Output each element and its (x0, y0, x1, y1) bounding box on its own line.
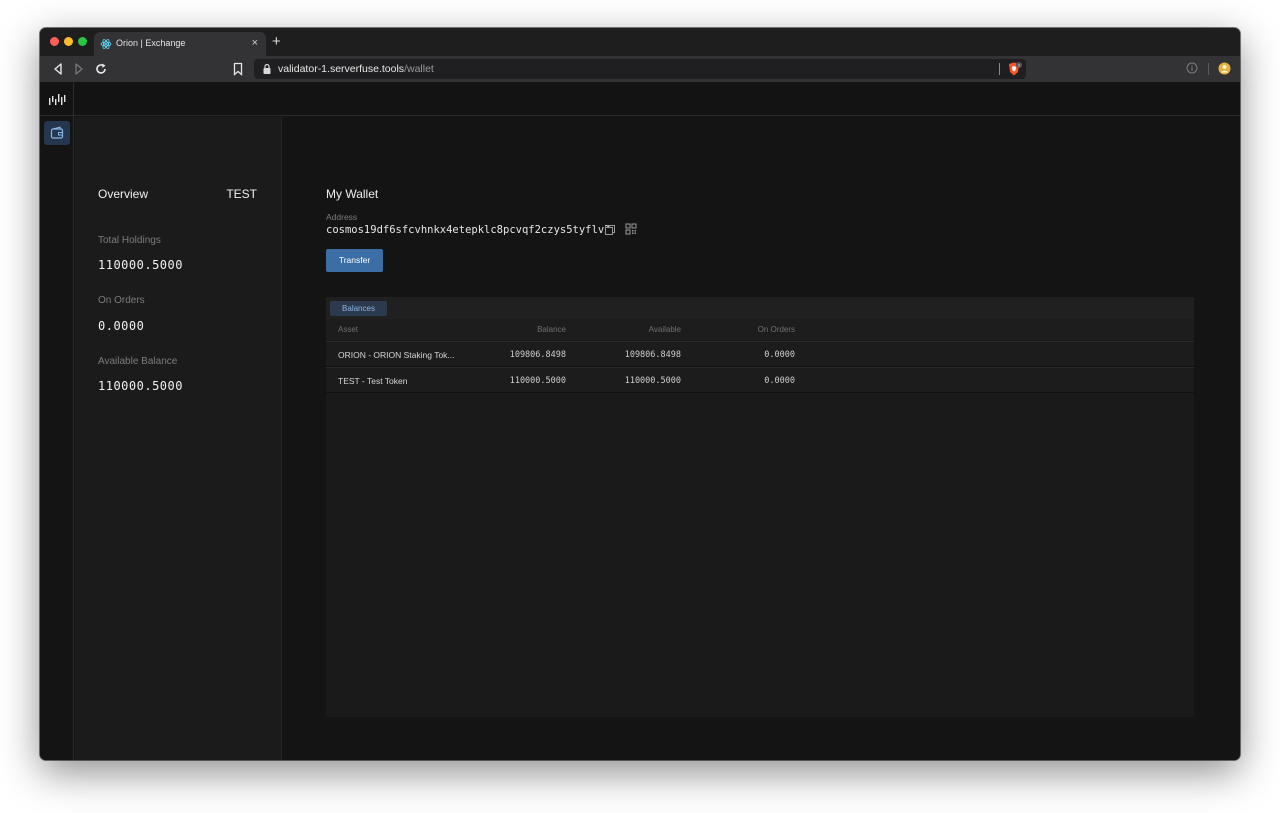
url-path: /wallet (404, 63, 434, 75)
address-bar[interactable]: validator-1.serverfuse.tools/wallet 1 (254, 59, 1026, 79)
cell-asset: TEST - Test Token (338, 376, 408, 386)
address-label: Address (326, 212, 358, 222)
total-holdings-label: Total Holdings (98, 235, 161, 246)
app-root: Overview TEST Total Holdings 110000.5000… (40, 82, 1240, 760)
address-value: cosmos19df6sfcvhnkx4etepklc8pcvqf2czys5t… (326, 224, 611, 236)
forward-icon[interactable] (71, 61, 87, 77)
minimize-window-button[interactable] (64, 37, 73, 46)
overview-symbol: TEST (226, 187, 257, 201)
react-favicon-icon (100, 39, 112, 49)
cell-on-orders: 0.0000 (764, 350, 795, 360)
close-window-button[interactable] (50, 37, 59, 46)
column-header-asset[interactable]: Asset (338, 325, 358, 334)
copy-icon[interactable] (604, 224, 616, 236)
column-header-on-orders[interactable]: On Orders (725, 325, 795, 334)
total-holdings-value: 110000.5000 (98, 258, 183, 272)
info-icon[interactable] (1186, 62, 1198, 74)
on-orders-label: On Orders (98, 295, 145, 306)
back-icon[interactable] (50, 61, 66, 77)
overview-title: Overview (98, 187, 149, 201)
browser-window: Orion | Exchange × + validator-1.serverf… (40, 28, 1240, 760)
url-host: validator-1.serverfuse.tools (278, 63, 405, 75)
tab-strip: Orion | Exchange × + (40, 28, 1240, 56)
new-tab-button[interactable]: + (272, 34, 281, 50)
lock-icon (263, 63, 271, 74)
column-header-balance[interactable]: Balance (496, 325, 566, 334)
cell-balance: 110000.5000 (509, 376, 566, 386)
browser-toolbar: validator-1.serverfuse.tools/wallet 1 (40, 56, 1240, 82)
balances-card: Balances Asset Balance Available On Orde… (326, 297, 1194, 717)
profile-icon[interactable] (1218, 62, 1231, 75)
maximize-window-button[interactable] (78, 37, 87, 46)
wallet-icon (50, 126, 64, 139)
table-row[interactable]: ORION - ORION Staking Tok... 109806.8498… (326, 341, 1194, 367)
cell-available: 109806.8498 (624, 350, 681, 360)
app-header (40, 82, 1240, 116)
url-text: validator-1.serverfuse.tools/wallet (278, 63, 434, 75)
toolbar-divider (1208, 63, 1209, 75)
qr-icon[interactable] (625, 223, 637, 235)
cell-asset: ORION - ORION Staking Tok... (338, 350, 455, 360)
tab-balances[interactable]: Balances (330, 301, 387, 316)
nav-wallet-button[interactable] (44, 121, 70, 145)
overview-panel: Overview TEST Total Holdings 110000.5000… (75, 117, 282, 760)
wallet-title: My Wallet (326, 187, 379, 201)
wallet-main: My Wallet Address cosmos19df6sfcvhnkx4et… (283, 117, 1240, 760)
available-balance-value: 110000.5000 (98, 379, 183, 393)
url-divider (999, 63, 1000, 75)
bookmark-icon[interactable] (230, 61, 246, 77)
available-balance-label: Available Balance (98, 356, 178, 367)
cell-available: 110000.5000 (624, 376, 681, 386)
brave-shield-icon[interactable]: 1 (1006, 61, 1022, 77)
tab-title: Orion | Exchange (116, 38, 186, 48)
column-header-available[interactable]: Available (611, 325, 681, 334)
table-row[interactable]: TEST - Test Token 110000.5000 110000.500… (326, 367, 1194, 393)
cell-on-orders: 0.0000 (764, 376, 795, 386)
tab-close-icon[interactable]: × (252, 36, 258, 50)
on-orders-value: 0.0000 (98, 319, 145, 333)
reload-icon[interactable] (93, 61, 109, 77)
cell-balance: 109806.8498 (509, 350, 566, 360)
browser-tab[interactable]: Orion | Exchange × (94, 32, 266, 56)
transfer-button[interactable]: Transfer (326, 249, 383, 272)
balances-tabs: Balances (326, 297, 1194, 319)
logo-icon[interactable] (48, 92, 66, 106)
table-header: Asset Balance Available On Orders (326, 319, 1194, 340)
nav-rail (40, 82, 74, 760)
